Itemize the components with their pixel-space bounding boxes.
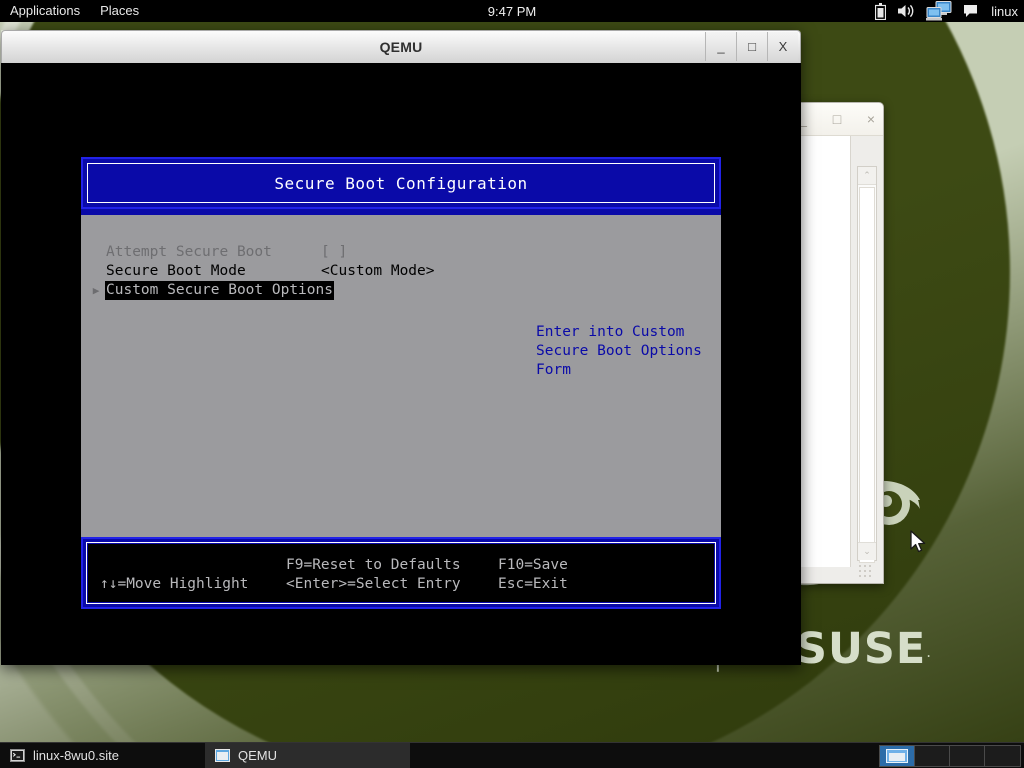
bios-footer-keys: F9=Reset to Defaults F10=Save ↑↓=Move Hi… <box>88 544 714 602</box>
row-label-custom-secure-boot-options: Custom Secure Boot Options <box>105 281 334 300</box>
applications-menu[interactable]: Applications <box>0 0 90 22</box>
qemu-minimize-button[interactable]: _ <box>705 32 736 61</box>
window-resize-grip[interactable] <box>859 565 875 579</box>
places-menu[interactable]: Places <box>90 0 149 22</box>
key-hint-move-highlight: ↑↓=Move Highlight <box>100 575 248 594</box>
qemu-window[interactable]: QEMU _ □ X Secure Boot Configuration <box>1 30 801 665</box>
taskbar-item-terminal[interactable]: linux-8wu0.site <box>0 743 205 768</box>
taskbar-item-qemu-label: QEMU <box>238 748 277 763</box>
system-tray[interactable]: linux <box>875 1 1018 21</box>
brand-suse: SUSE <box>796 624 926 674</box>
workspace-3[interactable] <box>950 746 985 766</box>
key-hint-save: F10=Save <box>498 556 568 575</box>
background-window-maximize-icon[interactable]: □ <box>829 111 845 127</box>
row-pointer-triangle-icon: ▶ <box>89 281 103 300</box>
bios-form-header-inner: Secure Boot Configuration <box>87 163 715 203</box>
user-name-label[interactable]: linux <box>991 4 1018 19</box>
taskbar-item-terminal-label: linux-8wu0.site <box>33 748 119 763</box>
background-window-close-icon[interactable]: × <box>863 111 879 127</box>
bios-form-title: Secure Boot Configuration <box>274 174 527 193</box>
workspace-1[interactable] <box>880 746 915 766</box>
desktop-screen: openSUSE. _ □ × nda-con .bin" ⌃ ⌄ <box>0 0 1024 768</box>
row-label-secure-boot-mode: Secure Boot Mode <box>105 262 247 281</box>
scrollbar-up-arrow-icon[interactable]: ⌃ <box>858 167 876 185</box>
workspace-2[interactable] <box>915 746 950 766</box>
qemu-window-title: QEMU <box>380 39 423 55</box>
network-display-icon[interactable] <box>926 1 952 21</box>
qemu-window-controls[interactable]: _ □ X <box>705 32 798 62</box>
bios-help-text: Enter into Custom Secure Boot Options Fo… <box>536 323 716 380</box>
key-hint-exit: Esc=Exit <box>498 575 568 594</box>
taskbar-item-qemu[interactable]: QEMU <box>205 743 410 768</box>
row-attempt-secure-boot[interactable]: Attempt Secure Boot [ ] <box>81 243 721 262</box>
top-panel[interactable]: Applications Places 9:47 PM <box>0 0 1024 22</box>
row-custom-secure-boot-options[interactable]: ▶ Custom Secure Boot Options <box>81 281 721 300</box>
panel-clock[interactable]: 9:47 PM <box>0 4 1024 19</box>
qemu-titlebar[interactable]: QEMU _ □ X <box>1 30 801 63</box>
battery-icon[interactable] <box>875 3 886 20</box>
qemu-vm-display[interactable]: Secure Boot Configuration Attempt Secure… <box>1 63 801 665</box>
volume-icon[interactable] <box>897 3 915 19</box>
chat-bubble-icon[interactable] <box>963 4 978 18</box>
row-value-secure-boot-mode[interactable]: <Custom Mode> <box>321 262 435 281</box>
key-hint-reset-defaults: F9=Reset to Defaults <box>286 556 461 575</box>
row-value-attempt-secure-boot[interactable]: [ ] <box>321 243 347 262</box>
workspace-window-thumb <box>886 749 908 763</box>
workspace-switcher[interactable] <box>879 745 1021 767</box>
brand-registered: . <box>926 643 932 661</box>
bios-footer-inner: F9=Reset to Defaults F10=Save ↑↓=Move Hi… <box>86 542 716 604</box>
window-icon <box>215 749 230 762</box>
bios-form-header: Secure Boot Configuration <box>81 157 721 209</box>
qemu-close-button[interactable]: X <box>767 32 798 61</box>
background-window-scrollbar[interactable]: ⌃ ⌄ <box>857 166 877 561</box>
bios-form-body: Attempt Secure Boot [ ] Secure Boot Mode… <box>81 215 721 537</box>
bios-form-footer: F9=Reset to Defaults F10=Save ↑↓=Move Hi… <box>81 537 721 609</box>
row-secure-boot-mode[interactable]: Secure Boot Mode <Custom Mode> <box>81 262 721 281</box>
key-hint-select-entry: <Enter>=Select Entry <box>286 575 461 594</box>
row-label-attempt-secure-boot: Attempt Secure Boot <box>105 243 273 262</box>
taskbar[interactable]: linux-8wu0.site QEMU <box>0 742 1024 768</box>
qemu-maximize-button[interactable]: □ <box>736 32 767 61</box>
scrollbar-down-arrow-icon[interactable]: ⌄ <box>858 542 876 560</box>
scrollbar-thumb[interactable] <box>859 187 875 563</box>
workspace-4[interactable] <box>985 746 1020 766</box>
secure-boot-configuration-form: Secure Boot Configuration Attempt Secure… <box>81 157 721 615</box>
terminal-icon <box>10 749 25 762</box>
